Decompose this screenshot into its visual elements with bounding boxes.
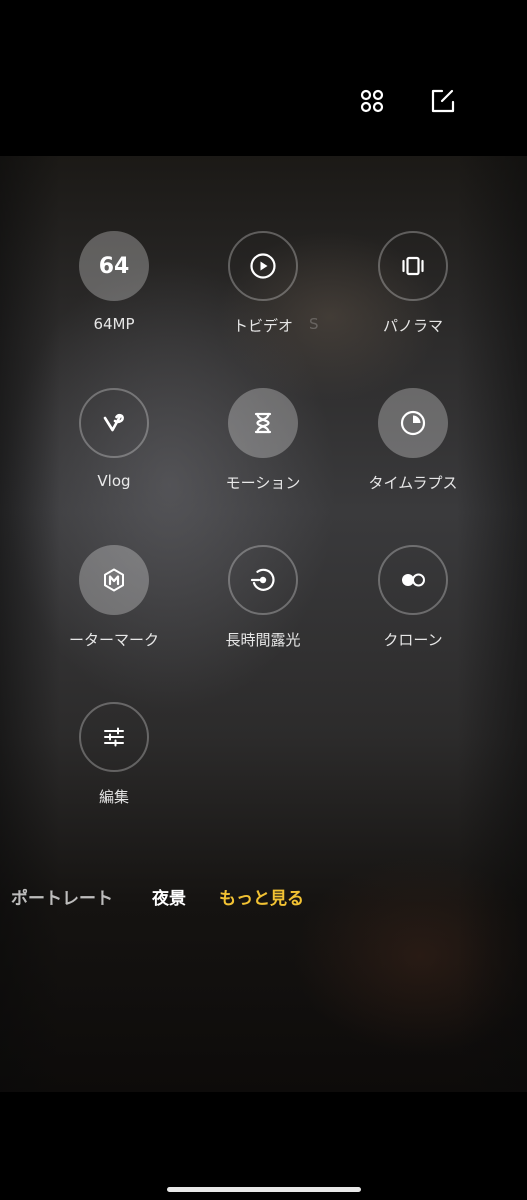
mode-strip-night[interactable]: 夜景 bbox=[152, 884, 186, 909]
mode-tile-clone[interactable]: クローン bbox=[338, 545, 488, 675]
mode-label: 長時間露光 bbox=[225, 631, 301, 649]
mode-tile-slow-motion[interactable]: モーション bbox=[188, 388, 338, 518]
mode-label: 64MP bbox=[93, 315, 135, 333]
mode-timelapse-button[interactable] bbox=[378, 388, 448, 458]
mode-short-video-button[interactable] bbox=[228, 231, 298, 301]
mode-long-exposure-button[interactable] bbox=[228, 545, 298, 615]
mode-tile-timelapse[interactable]: タイムラプス bbox=[338, 388, 488, 518]
grid-mode-icon[interactable] bbox=[357, 86, 387, 116]
hourglass-icon bbox=[254, 412, 272, 434]
top-bar bbox=[0, 0, 527, 156]
mode-tile-edit[interactable]: 編集 bbox=[39, 702, 189, 832]
panorama-icon bbox=[402, 256, 424, 276]
mode-label: モーション bbox=[225, 474, 301, 492]
mode-tile-64mp[interactable]: 64 64MP bbox=[39, 231, 189, 361]
edit-layout-icon[interactable] bbox=[428, 86, 458, 116]
mode-tile-vlog[interactable]: Vlog bbox=[39, 388, 189, 518]
bottom-bar bbox=[0, 1092, 527, 1200]
mode-panorama-button[interactable] bbox=[378, 231, 448, 301]
mode-tile-long-exposure[interactable]: 長時間露光 bbox=[188, 545, 338, 675]
mode-tile-watermark[interactable]: ーターマーク bbox=[39, 545, 189, 675]
clone-dots-icon bbox=[402, 573, 425, 587]
64mp-icon: 64 bbox=[98, 253, 130, 279]
home-indicator[interactable] bbox=[167, 1187, 361, 1192]
mode-slow-motion-button[interactable] bbox=[228, 388, 298, 458]
mode-label-ghost: S bbox=[309, 315, 319, 333]
mode-label: ーターマーク bbox=[68, 631, 159, 649]
camera-mode-strip: ポートレート 夜景 もっと見る bbox=[0, 884, 527, 912]
mode-64mp-button[interactable]: 64 bbox=[79, 231, 149, 301]
mode-tile-short-video[interactable]: トビデオ S bbox=[188, 231, 338, 361]
mode-strip-portrait[interactable]: ポートレート bbox=[11, 884, 113, 909]
mode-label: Vlog bbox=[97, 472, 131, 490]
mode-strip-more[interactable]: もっと見る bbox=[219, 884, 304, 909]
mode-clone-button[interactable] bbox=[378, 545, 448, 615]
mode-edit-button[interactable] bbox=[79, 702, 149, 772]
pie-clock-icon bbox=[400, 410, 426, 436]
mode-vlog-button[interactable] bbox=[79, 388, 149, 458]
mode-label: 編集 bbox=[98, 788, 129, 806]
sliders-icon bbox=[104, 727, 124, 747]
mode-label: クローン bbox=[383, 631, 443, 649]
mode-label: パノラマ bbox=[382, 317, 443, 335]
mode-label: タイムラプス bbox=[368, 474, 458, 492]
play-circle-icon bbox=[250, 253, 276, 279]
hexagon-m-icon bbox=[104, 568, 124, 592]
mode-watermark-button[interactable] bbox=[79, 545, 149, 615]
long-exposure-icon bbox=[250, 568, 275, 591]
mode-tile-panorama[interactable]: パノラマ bbox=[338, 231, 488, 361]
vlog-v-icon bbox=[103, 413, 124, 432]
